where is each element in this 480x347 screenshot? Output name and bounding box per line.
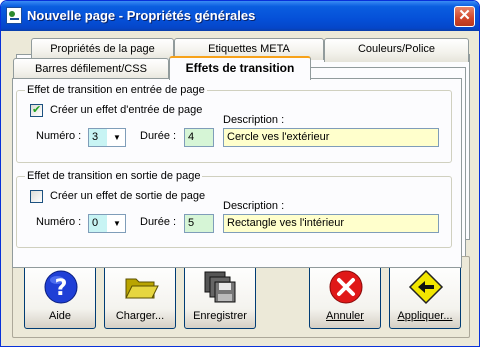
tab-effets-transition[interactable]: Effets de transition (169, 56, 311, 80)
help-button[interactable]: ? Aide (24, 263, 96, 329)
entry-duration-input[interactable]: 4 (184, 128, 214, 147)
tab-proprietes-page[interactable]: Propriétés de la page (31, 38, 174, 60)
tab-label: Couleurs/Police (357, 43, 436, 55)
dialog-body: Propriétés de la page Etiquettes META Co… (4, 31, 476, 344)
exit-effect-checkbox[interactable] (30, 190, 43, 203)
load-button-label: Charger... (115, 310, 165, 322)
help-button-label: Aide (48, 310, 72, 322)
dialog-window: Nouvelle page - Propriétés générales ✕ P… (0, 0, 480, 347)
apply-arrow-sign-icon (408, 269, 444, 305)
exit-description-field[interactable]: Rectangle ves l'intérieur (223, 214, 439, 233)
entry-effect-legend: Effet de transition en entrée de page (25, 84, 207, 96)
entry-description-field[interactable]: Cercle ves l'extérieur (223, 128, 439, 147)
tab-label: Effets de transition (185, 61, 295, 75)
entry-number-select[interactable]: 3 ▼ (88, 128, 126, 147)
open-folder-icon (125, 278, 159, 299)
chevron-down-icon[interactable]: ▼ (109, 129, 125, 146)
exit-effect-checkbox-label[interactable]: Créer un effet de sortie de page (50, 190, 205, 202)
entry-duration-label: Durée : (140, 130, 177, 142)
help-question-icon: ? (44, 270, 78, 304)
chevron-down-icon[interactable]: ▼ (109, 215, 125, 232)
tab-label: Barres défilement/CSS (35, 63, 147, 75)
entry-effect-checkbox[interactable] (30, 103, 43, 117)
exit-effect-legend: Effet de transition en sortie de page (25, 170, 203, 182)
tab-label: Etiquettes META (208, 43, 290, 55)
exit-description-label: Description : (223, 200, 285, 212)
exit-effect-group: Effet de transition en sortie de page Cr… (16, 170, 452, 248)
tab-couleurs-police[interactable]: Couleurs/Police (324, 38, 469, 62)
apply-button-label: Appliquer... (397, 310, 453, 322)
close-button[interactable]: ✕ (454, 6, 475, 27)
tab-barres-defilement-css[interactable]: Barres défilement/CSS (13, 58, 169, 80)
apply-button[interactable]: Appliquer... (389, 263, 461, 329)
floppy-disks-icon (204, 271, 236, 303)
entry-effect-checkbox-label[interactable]: Créer un effet d'entrée de page (50, 104, 202, 116)
exit-number-label: Numéro : (36, 216, 82, 228)
action-button-panel: ? Aide Charger... Enregistrer Annuler Ap… (12, 256, 470, 338)
tab-page-effets-transition: Effet de transition en entrée de page Cr… (12, 78, 462, 268)
entry-number-label: Numéro : (36, 130, 82, 142)
cancel-button[interactable]: Annuler (309, 263, 381, 329)
svg-text:?: ? (55, 276, 68, 301)
entry-number-value: 3 (89, 129, 107, 146)
cancel-x-icon (329, 270, 363, 304)
exit-duration-input[interactable]: 5 (184, 214, 214, 233)
load-button[interactable]: Charger... (104, 263, 176, 329)
exit-number-select[interactable]: 0 ▼ (88, 214, 126, 233)
entry-description-label: Description : (223, 114, 285, 126)
save-button[interactable]: Enregistrer (184, 263, 256, 329)
entry-effect-group: Effet de transition en entrée de page Cr… (16, 84, 452, 163)
app-page-icon (6, 7, 22, 24)
tab-label: Propriétés de la page (50, 43, 155, 55)
title-bar[interactable]: Nouvelle page - Propriétés générales ✕ (1, 1, 479, 31)
save-button-label: Enregistrer (193, 310, 247, 322)
cancel-button-label: Annuler (326, 310, 364, 322)
exit-number-value: 0 (89, 215, 107, 232)
window-title: Nouvelle page - Propriétés générales (27, 8, 256, 23)
exit-duration-label: Durée : (140, 216, 177, 228)
